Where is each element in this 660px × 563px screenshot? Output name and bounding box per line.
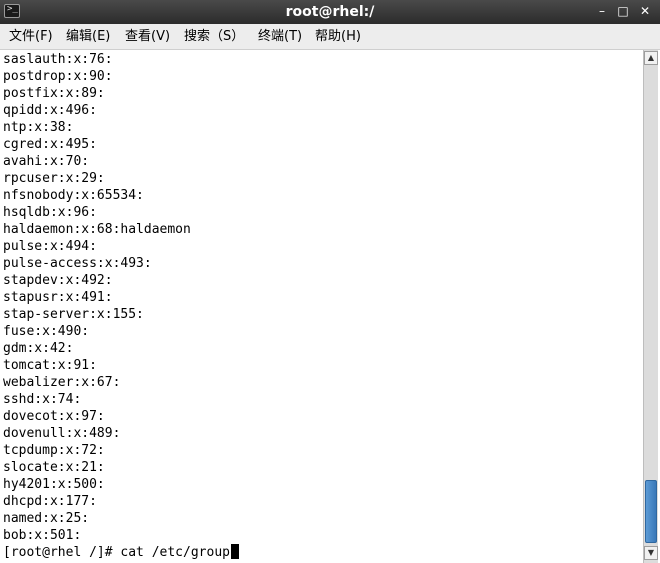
terminal-line: postdrop:x:90: [3,69,113,84]
menu-file[interactable]: 文件(F) [9,28,53,46]
terminal-line: dovenull:x:489: [3,426,121,441]
terminal-line: rpcuser:x:29: [3,171,105,186]
terminal-line: webalizer:x:67: [3,375,121,390]
terminal-prompt: [root@rhel /]# cat /etc/group [3,545,230,560]
terminal-prompt-line[interactable]: [root@rhel /]# cat /etc/group [3,544,239,561]
scroll-up-button[interactable]: ▲ [644,51,658,65]
terminal-line: hsqldb:x:96: [3,205,97,220]
text-cursor [230,544,239,559]
terminal-line: dhcpd:x:177: [3,494,97,509]
terminal-line: stapusr:x:491: [3,290,113,305]
terminal-line: stapdev:x:492: [3,273,113,288]
menu-search[interactable]: 搜索（S） [184,28,244,46]
maximize-button[interactable]: □ [615,3,631,19]
terminal-line: cgred:x:495: [3,137,97,152]
terminal-line: hy4201:x:500: [3,477,105,492]
terminal-line: bob:x:501: [3,528,82,543]
terminal-line: dovecot:x:97: [3,409,105,424]
scroll-down-button[interactable]: ▼ [644,546,658,560]
terminal-line: haldaemon:x:68:haldaemon [3,222,191,237]
terminal-line: qpidd:x:496: [3,103,97,118]
scroll-thumb[interactable] [645,480,657,543]
terminal-line: stap-server:x:155: [3,307,144,322]
menu-view[interactable]: 查看(V) [125,28,170,46]
title-bar[interactable]: >_ root@rhel:/ – □ ✕ [0,0,660,25]
menu-terminal[interactable]: 终端(T) [258,28,302,46]
terminal-line: fuse:x:490: [3,324,90,339]
terminal-line: named:x:25: [3,511,90,526]
terminal-window: >_ root@rhel:/ – □ ✕ 文件(F) 编辑(E) 查看(V) 搜… [0,0,660,563]
terminal-line: tomcat:x:91: [3,358,97,373]
window-title: root@rhel:/ [285,4,375,20]
minimize-button[interactable]: – [594,3,610,19]
terminal-line: sshd:x:74: [3,392,82,407]
menu-bar: 文件(F) 编辑(E) 查看(V) 搜索（S） 终端(T) 帮助(H) [0,24,660,50]
terminal-line: pulse-access:x:493: [3,256,152,271]
terminal-line: postfix:x:89: [3,86,105,101]
menu-help[interactable]: 帮助(H) [315,28,361,46]
terminal-output[interactable]: saslauth:x:76: postdrop:x:90: postfix:x:… [0,50,643,563]
terminal-line: saslauth:x:76: [3,52,113,67]
terminal-line: tcpdump:x:72: [3,443,105,458]
menu-edit[interactable]: 编辑(E) [66,28,110,46]
terminal-line: gdm:x:42: [3,341,74,356]
terminal-line: avahi:x:70: [3,154,90,169]
terminal-line: nfsnobody:x:65534: [3,188,144,203]
terminal-line: pulse:x:494: [3,239,97,254]
terminal-line: ntp:x:38: [3,120,74,135]
close-button[interactable]: ✕ [637,3,653,19]
vertical-scrollbar[interactable]: ▲ ▼ [643,50,658,563]
terminal-line: slocate:x:21: [3,460,105,475]
